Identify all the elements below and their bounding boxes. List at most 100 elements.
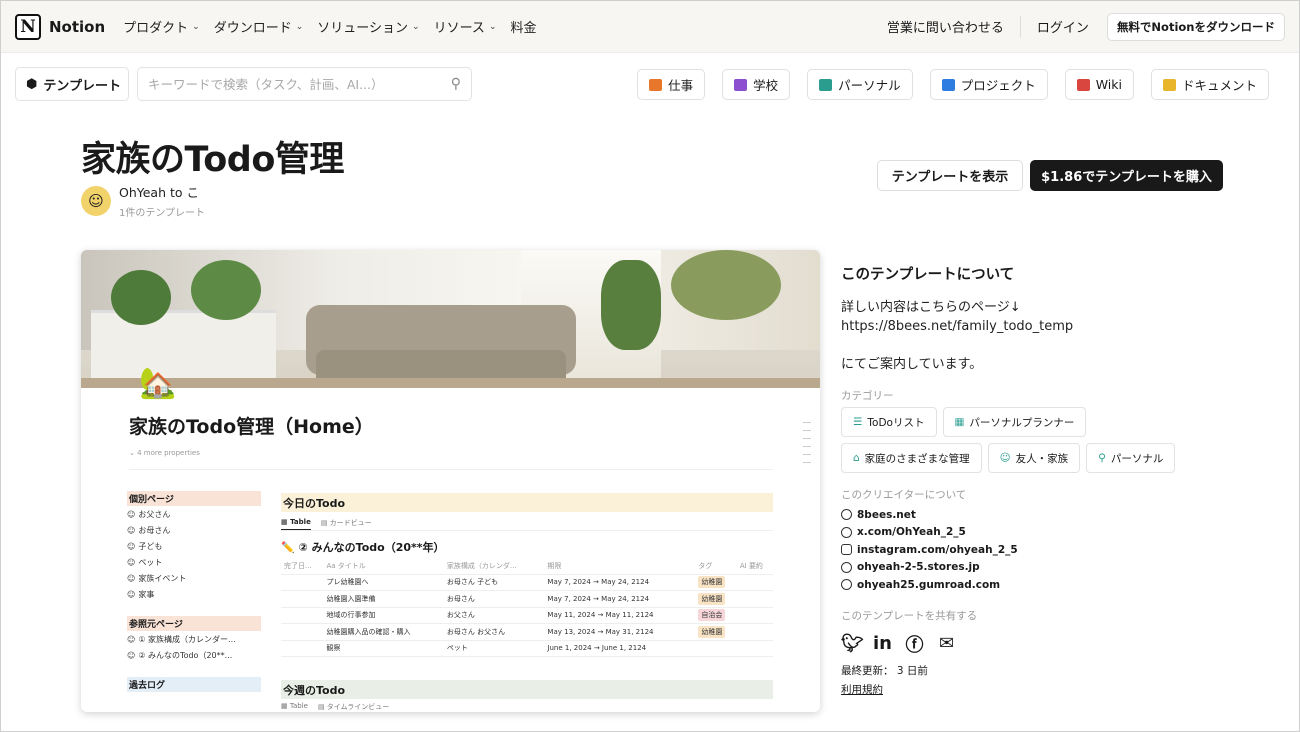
buy-template-button[interactable]: $1.86でテンプレートを購入 bbox=[1030, 160, 1223, 191]
twitter-icon[interactable]: 🐦︎ bbox=[841, 633, 864, 654]
category-button[interactable]: パーソナル bbox=[807, 69, 913, 100]
category-button[interactable]: ドキュメント bbox=[1150, 69, 1269, 100]
cell-ai bbox=[736, 607, 773, 624]
category-button[interactable]: Wiki bbox=[1064, 69, 1134, 100]
cell-date: May 7, 2024 → May 24, 2124 bbox=[544, 590, 696, 608]
category-chip[interactable]: ⚲ パーソナル bbox=[1086, 443, 1176, 473]
chevron-down-icon: ⌄ bbox=[295, 21, 304, 32]
creator-link[interactable]: ohyeah-2-5.stores.jp bbox=[841, 559, 1261, 577]
week-tab-timeline: ▤ タイムラインビュー bbox=[317, 703, 390, 711]
cover-plant bbox=[111, 270, 171, 325]
notion-logo[interactable]: N Notion bbox=[15, 13, 105, 40]
category-buttons: 仕事 学校 パーソナル プロジェクト Wiki ドキュメント bbox=[637, 69, 1269, 100]
page-icon: ☺ bbox=[127, 589, 136, 599]
nav-item[interactable]: プロダクト ⌄ bbox=[123, 17, 200, 36]
nav-menu: プロダクト ⌄ ダウンロード ⌄ ソリューション ⌄ リソース ⌄ 料金 bbox=[123, 17, 536, 36]
tag-badge bbox=[698, 648, 705, 651]
column-header: タグ bbox=[695, 559, 737, 575]
more-properties: ⌄ 4 more properties bbox=[129, 449, 200, 457]
author-block[interactable]: ☺ OhYeah to こ 1件のテンプレート bbox=[81, 182, 205, 219]
cover-plant bbox=[601, 260, 661, 350]
nav-item[interactable]: ダウンロード ⌄ bbox=[214, 17, 304, 36]
cell-members: お母さん 子ども bbox=[443, 574, 545, 591]
preview-page-title: 家族のTodo管理（Home） bbox=[129, 416, 374, 438]
week-tabs: ▦ Table ▤ タイムラインビュー bbox=[281, 702, 389, 712]
category-chip[interactable]: ▦ パーソナルプランナー bbox=[942, 407, 1087, 437]
cell-tag: 幼稚園 bbox=[695, 623, 737, 641]
week-tab-table-label: Table bbox=[289, 702, 308, 710]
creator-link[interactable]: ohyeah25.gumroad.com bbox=[841, 576, 1261, 594]
mail-icon[interactable]: ✉ bbox=[937, 633, 956, 654]
category-chip[interactable]: ⌂ 家庭のさまざまな管理 bbox=[841, 443, 982, 473]
more-properties-label: 4 more properties bbox=[137, 449, 200, 457]
cover-floor bbox=[81, 378, 820, 388]
nav-item-label: ダウンロード bbox=[213, 21, 292, 36]
creator-link-label: 8bees.net bbox=[857, 508, 916, 521]
column-header: AI 要約 bbox=[736, 559, 773, 575]
sidebar-page-item: ☺ 家族イベント bbox=[127, 570, 261, 586]
page: N Notion プロダクト ⌄ ダウンロード ⌄ ソリューション ⌄ リソース ⌄ 料金 営業… bbox=[0, 0, 1300, 732]
view-tabs: ▦ Table ▤ カードビュー bbox=[281, 518, 773, 531]
column-header: 期限 bbox=[544, 559, 696, 575]
category-chips: ☰ ToDoリスト ▦ パーソナルプランナー ⌂ 家庭のさまざまな管理 ☺ 友人・家族 ⚲ パーソ… bbox=[841, 407, 1191, 473]
chevron-down-icon: ⌄ bbox=[412, 21, 420, 32]
sidebar-page-item: ☺ 家事 bbox=[127, 586, 261, 602]
category-chip[interactable]: ☺ 友人・家族 bbox=[987, 443, 1081, 473]
creator-link[interactable]: instagram.com/ohyeah_2_5 bbox=[841, 541, 1261, 559]
category-icon bbox=[941, 78, 955, 91]
download-button[interactable]: 無料でNotionをダウンロード bbox=[1106, 12, 1285, 41]
category-chip-label: パーソナルプランナー bbox=[969, 416, 1075, 429]
sidebar-page-label: お父さん bbox=[138, 509, 171, 519]
category-chip[interactable]: ☰ ToDoリスト bbox=[841, 407, 937, 437]
sidebar-page-item: ☺ ② みんなのTodo（20**... bbox=[127, 647, 261, 663]
category-button[interactable]: 学校 bbox=[722, 69, 791, 100]
cell-done bbox=[281, 640, 324, 657]
category-label: ドキュメント bbox=[1181, 78, 1257, 93]
cover-plant bbox=[191, 260, 261, 320]
author-name[interactable]: OhYeah to こ bbox=[119, 182, 205, 201]
nav-item[interactable]: ソリューション ⌄ bbox=[317, 17, 419, 36]
tag-badge: 幼稚園 bbox=[698, 625, 726, 638]
preview-sidebar: 個別ページ ☺ お父さん ☺ お母さん ☺ 子ども ☺ ペット ☺ 家族イベント ☺ 家事 参照元ページ ☺… bbox=[127, 491, 261, 692]
category-chip-icon: ⌂ bbox=[853, 452, 860, 464]
cell-members: お母さん bbox=[443, 590, 545, 608]
search-input[interactable] bbox=[148, 76, 451, 92]
cover-image bbox=[81, 250, 820, 388]
nav-item[interactable]: 料金 bbox=[510, 17, 536, 36]
contact-sales-link[interactable]: 営業に問い合わせる bbox=[871, 17, 1020, 36]
tag-badge: 自治会 bbox=[698, 609, 726, 622]
search-icon[interactable]: ⚲ bbox=[451, 76, 461, 92]
cell-ai bbox=[736, 640, 773, 657]
week-tab-timeline-label: タイムラインビュー bbox=[326, 703, 390, 711]
category-button[interactable]: 仕事 bbox=[637, 69, 706, 100]
author-avatar: ☺ bbox=[81, 185, 111, 216]
table-body: プレ幼稚園へ お母さん 子ども May 7, 2024 → May 24, 2124… bbox=[281, 574, 773, 657]
search-box[interactable]: ⚲ bbox=[137, 67, 472, 101]
page-icon: ☺ bbox=[127, 634, 136, 644]
creator-link[interactable]: x.com/OhYeah_2_5 bbox=[841, 524, 1261, 542]
category-chip-icon: ⚲ bbox=[1098, 452, 1106, 464]
nav-item[interactable]: リソース ⌄ bbox=[434, 17, 497, 36]
globe-icon bbox=[841, 526, 852, 538]
cell-ai bbox=[736, 623, 773, 641]
view-template-button[interactable]: テンプレートを表示 bbox=[877, 160, 1023, 191]
nav-item-label: 料金 bbox=[510, 21, 537, 36]
creator-link[interactable]: 8bees.net bbox=[841, 506, 1261, 524]
sidebar-page-label: お母さん bbox=[138, 525, 171, 535]
tag-badge: 幼稚園 bbox=[698, 592, 726, 605]
week-heading: 今週のTodo bbox=[281, 680, 773, 699]
globe-icon bbox=[841, 579, 852, 591]
page-icon: ☺ bbox=[127, 557, 136, 567]
author-template-count: 1件のテンプレート bbox=[119, 208, 206, 219]
templates-button[interactable]: ⬢ テンプレート bbox=[15, 67, 129, 101]
terms-link[interactable]: 利用規約 bbox=[841, 682, 1261, 697]
sidebar-page-item: ☺ ① 家族構成（カレンダー... bbox=[127, 631, 261, 647]
login-link[interactable]: ログイン bbox=[1021, 17, 1105, 36]
category-button[interactable]: プロジェクト bbox=[929, 69, 1048, 100]
house-icon: 🏡 bbox=[139, 366, 177, 401]
facebook-icon[interactable]: ⓕ bbox=[905, 631, 924, 657]
linkedin-icon[interactable]: in bbox=[873, 633, 892, 654]
category-chip-label: パーソナル bbox=[1110, 452, 1164, 465]
database-title-label: ② みんなのTodo（20**年） bbox=[298, 541, 445, 554]
outline-indicator bbox=[803, 422, 811, 470]
